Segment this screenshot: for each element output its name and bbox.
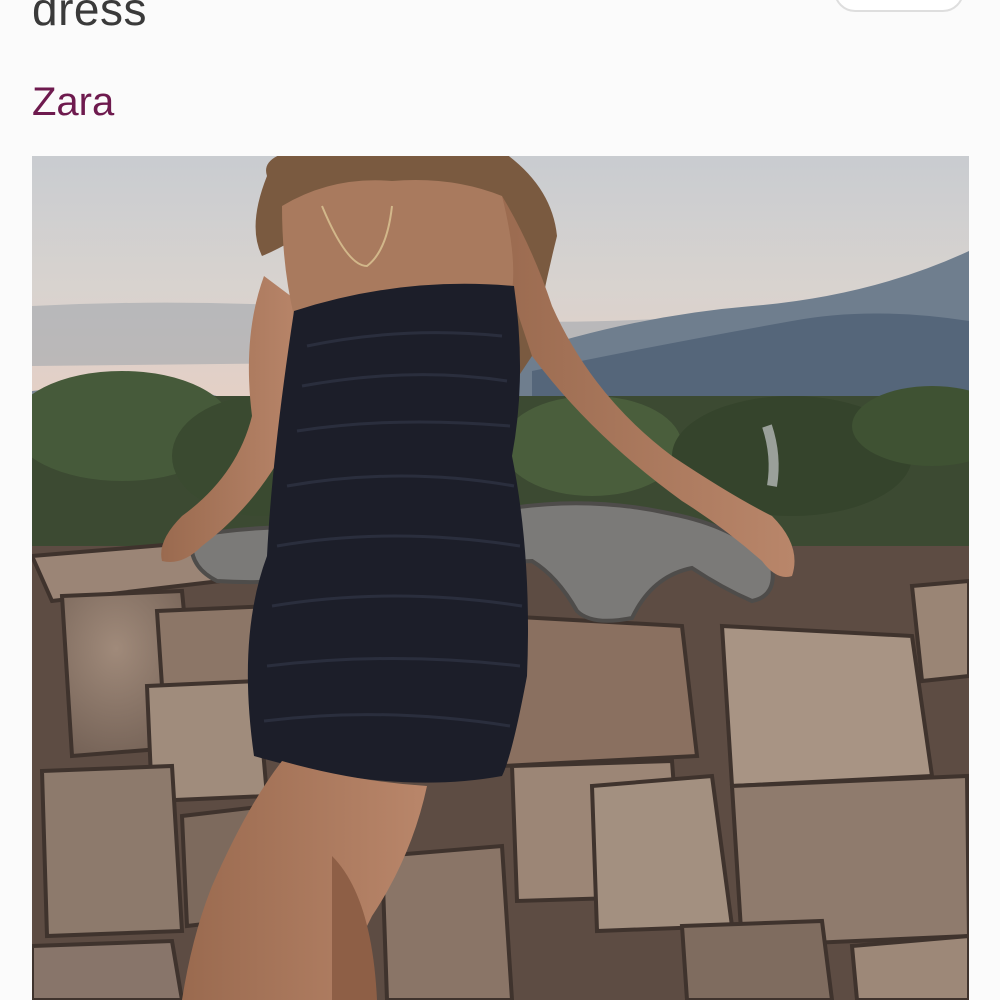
photo-illustration (32, 156, 969, 1000)
product-title: dress (32, 0, 147, 35)
product-photo[interactable] (32, 156, 969, 1000)
product-page: dress Zara (0, 0, 1000, 1000)
action-pill-button[interactable] (834, 0, 964, 12)
brand-link[interactable]: Zara (32, 78, 114, 126)
